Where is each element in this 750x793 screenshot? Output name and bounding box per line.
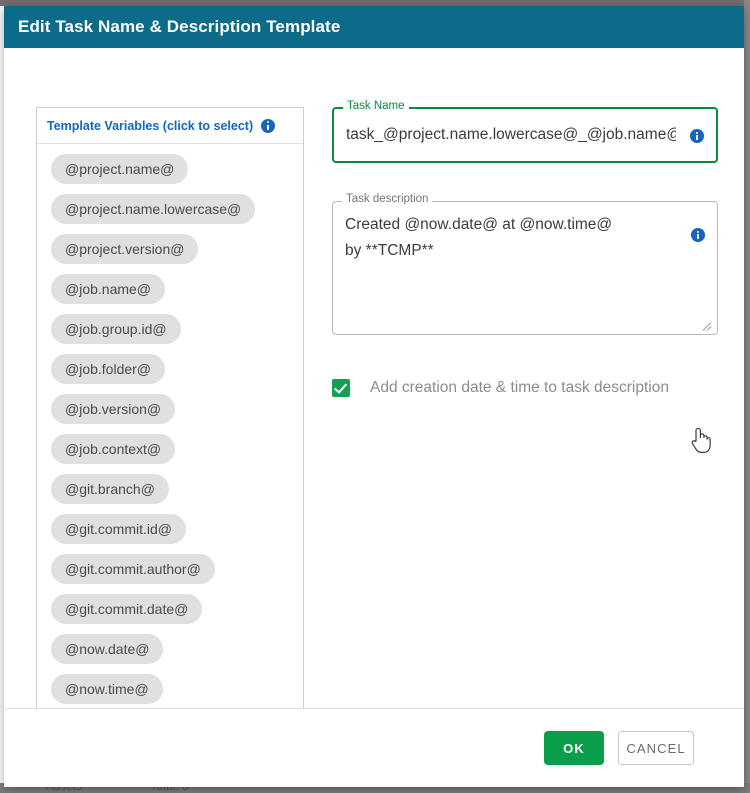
info-icon[interactable] — [690, 129, 704, 143]
template-variable-chip[interactable]: @project.name.lowercase@ — [51, 194, 256, 224]
template-variable-chip[interactable]: @git.commit.author@ — [51, 554, 215, 584]
task-name-input[interactable] — [334, 120, 676, 150]
template-variables-header: Template Variables (click to select) — [37, 108, 303, 144]
template-variable-chip[interactable]: @git.commit.id@ — [51, 514, 186, 544]
template-fields-column: Task Name Task description Add creation … — [332, 100, 718, 397]
task-description-legend: Task description — [342, 193, 433, 206]
template-variable-chip[interactable]: @project.name@ — [51, 154, 189, 184]
template-variable-chip[interactable]: @job.name@ — [51, 274, 166, 304]
info-icon[interactable] — [261, 118, 276, 133]
template-variable-chip[interactable]: @git.branch@ — [51, 474, 169, 504]
add-creation-date-label: Add creation date & time to task descrip… — [370, 379, 669, 396]
dialog-title: Edit Task Name & Description Template — [18, 17, 341, 36]
task-name-legend: Task Name — [343, 100, 409, 113]
task-name-field: Task Name — [332, 100, 718, 163]
dialog-footer: OK CANCEL — [4, 708, 744, 787]
pointing-hand-cursor — [690, 426, 712, 454]
add-creation-date-checkbox[interactable] — [332, 379, 350, 397]
dialog-body: Template Variables (click to select) @pr… — [4, 48, 744, 727]
template-variables-panel: Template Variables (click to select) @pr… — [36, 107, 304, 727]
dialog-title-bar: Edit Task Name & Description Template — [4, 6, 744, 48]
template-variable-chip[interactable]: @job.version@ — [51, 394, 176, 424]
template-variables-title: Template Variables (click to select) — [47, 118, 254, 133]
task-description-field: Task description — [332, 193, 718, 335]
edit-template-dialog: Edit Task Name & Description Template Te… — [4, 6, 744, 787]
template-variable-chip[interactable]: @job.group.id@ — [51, 314, 181, 344]
info-icon[interactable] — [691, 228, 705, 242]
template-variables-list: @project.name@ @project.name.lowercase@ @p… — [37, 144, 303, 714]
cancel-button[interactable]: CANCEL — [618, 731, 694, 765]
task-description-input[interactable] — [333, 202, 665, 320]
template-variable-chip[interactable]: @now.date@ — [51, 634, 164, 664]
template-variable-chip[interactable]: @job.context@ — [51, 434, 176, 464]
template-variable-chip[interactable]: @project.version@ — [51, 234, 199, 264]
template-variable-chip[interactable]: @job.folder@ — [51, 354, 166, 384]
background-right-strip — [744, 0, 750, 793]
ok-button[interactable]: OK — [544, 731, 604, 765]
add-creation-date-checkbox-row[interactable]: Add creation date & time to task descrip… — [332, 379, 702, 397]
resize-grip-icon[interactable] — [704, 321, 714, 331]
template-variable-chip[interactable]: @git.commit.date@ — [51, 594, 203, 624]
template-variable-chip[interactable]: @now.time@ — [51, 674, 163, 704]
